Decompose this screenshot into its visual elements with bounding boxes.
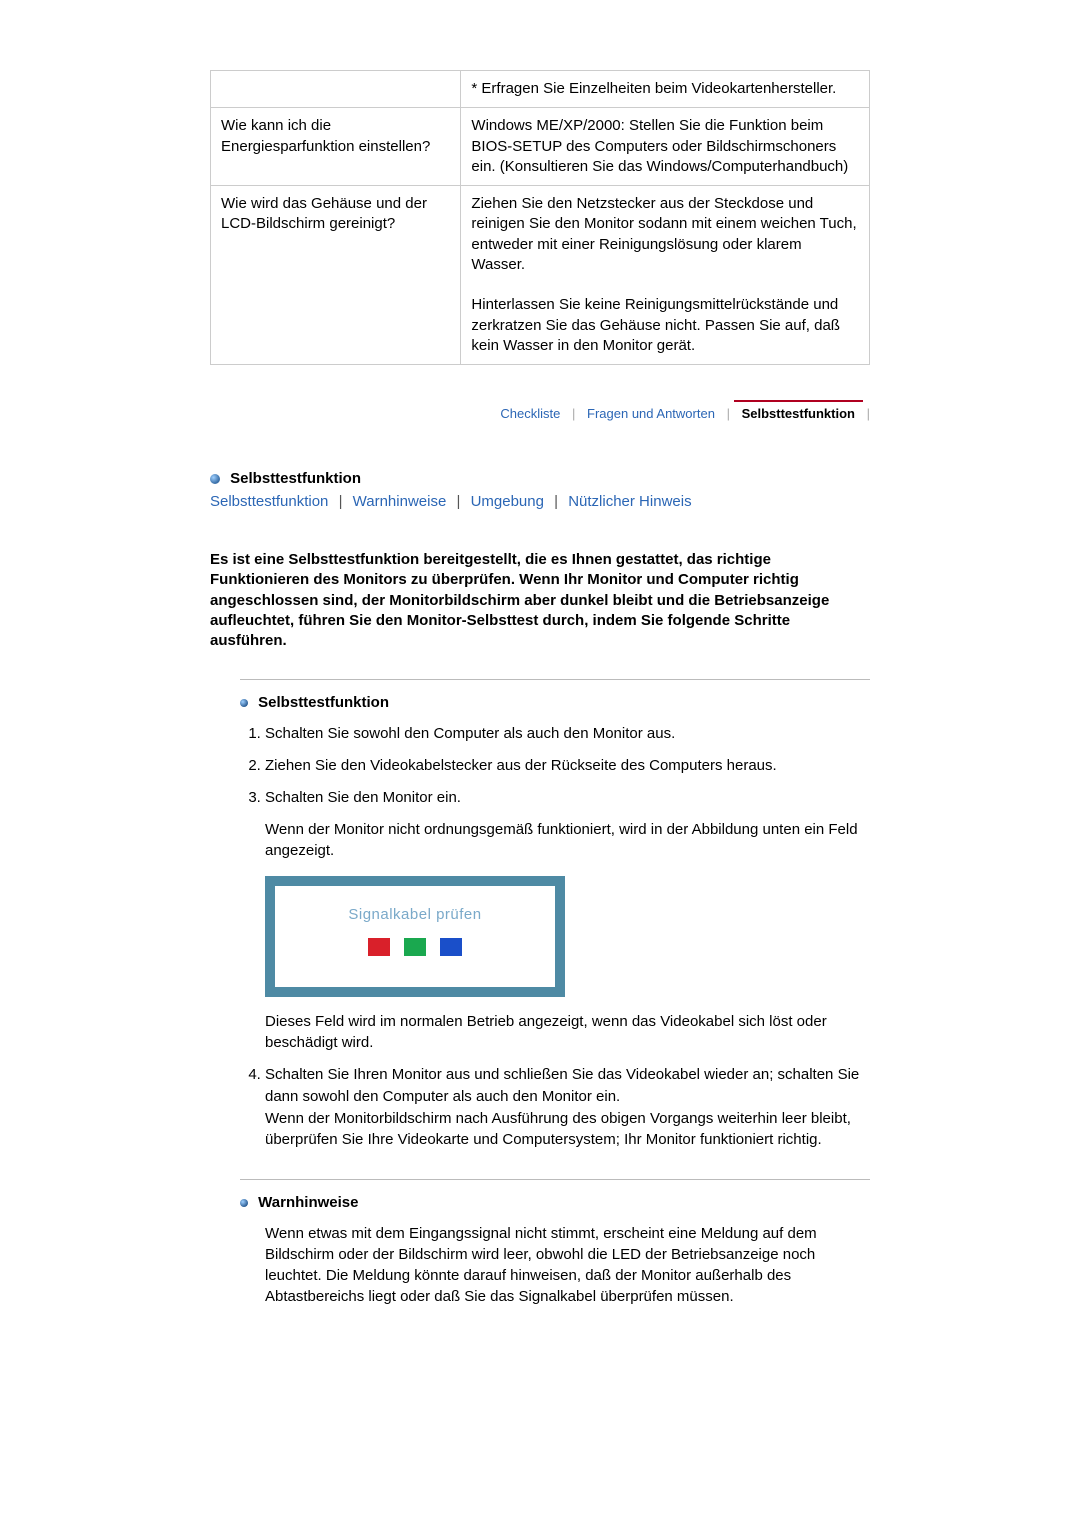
- monitor-mock-inner: Signalkabel prüfen: [275, 886, 555, 987]
- bullet-icon: [240, 1199, 248, 1207]
- intro-paragraph: Es ist eine Selbsttestfunktion bereitges…: [210, 550, 870, 651]
- link-selbsttest[interactable]: Selbsttestfunktion: [210, 493, 328, 510]
- green-square-icon: [404, 938, 426, 956]
- link-umgebung[interactable]: Umgebung: [471, 493, 544, 510]
- section-heading: Selbsttestfunktion: [210, 470, 870, 487]
- faq-question: Wie kann ich die Energiesparfunktion ein…: [211, 108, 461, 186]
- tab-separator: |: [727, 406, 730, 421]
- sub-nav: Selbsttestfunktion | Warnhinweise | Umge…: [210, 493, 870, 510]
- tab-fragen[interactable]: Fragen und Antworten: [579, 402, 723, 425]
- tab-separator: |: [572, 406, 575, 421]
- subheader-selftest: Selbsttestfunktion: [240, 694, 870, 711]
- tab-separator: |: [867, 406, 870, 421]
- table-row: * Erfragen Sie Einzelheiten beim Videoka…: [211, 71, 870, 108]
- table-row: Wie kann ich die Energiesparfunktion ein…: [211, 108, 870, 186]
- link-hinweis[interactable]: Nützlicher Hinweis: [568, 493, 691, 510]
- list-item: Schalten Sie den Monitor ein. Wenn der M…: [265, 787, 870, 1054]
- blue-square-icon: [440, 938, 462, 956]
- list-item: Schalten Sie sowohl den Computer als auc…: [265, 723, 870, 745]
- divider: [240, 679, 870, 680]
- subheader-warnings: Warnhinweise: [240, 1194, 870, 1211]
- nav-tabs: Checkliste | Fragen und Antworten | Selb…: [210, 400, 870, 425]
- monitor-mock-outer: Signalkabel prüfen: [265, 876, 565, 997]
- bullet-icon: [210, 474, 220, 484]
- faq-answer: * Erfragen Sie Einzelheiten beim Videoka…: [461, 71, 870, 108]
- tab-checkliste[interactable]: Checkliste: [492, 402, 568, 425]
- link-warnhinweise[interactable]: Warnhinweise: [353, 493, 447, 510]
- monitor-message: Signalkabel prüfen: [285, 904, 545, 926]
- faq-table: * Erfragen Sie Einzelheiten beim Videoka…: [210, 70, 870, 365]
- list-item: Ziehen Sie den Videokabelstecker aus der…: [265, 755, 870, 777]
- table-row: Wie wird das Gehäuse und der LCD-Bildsch…: [211, 186, 870, 365]
- faq-answer: Ziehen Sie den Netzstecker aus der Steck…: [461, 186, 870, 365]
- warnings-body: Wenn etwas mit dem Eingangssignal nicht …: [265, 1223, 860, 1307]
- steps-list: Schalten Sie sowohl den Computer als auc…: [240, 723, 870, 1151]
- faq-question: Wie wird das Gehäuse und der LCD-Bildsch…: [211, 186, 461, 365]
- faq-question: [211, 71, 461, 108]
- faq-answer: Windows ME/XP/2000: Stellen Sie die Funk…: [461, 108, 870, 186]
- list-item: Schalten Sie Ihren Monitor aus und schli…: [265, 1064, 870, 1151]
- section-title-text: Selbsttestfunktion: [230, 470, 361, 487]
- tab-selbsttest[interactable]: Selbsttestfunktion: [734, 400, 863, 425]
- red-square-icon: [368, 938, 390, 956]
- bullet-icon: [240, 699, 248, 707]
- divider: [240, 1179, 870, 1180]
